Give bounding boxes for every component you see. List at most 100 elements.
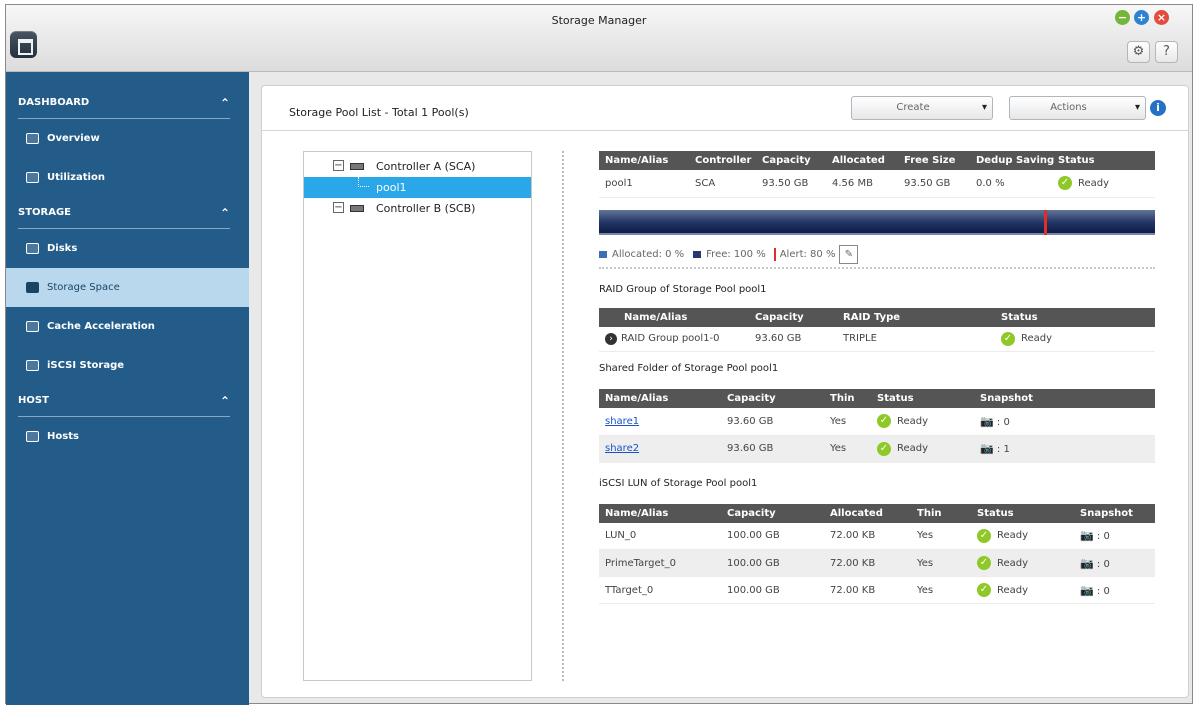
snapshot-icon[interactable]: 📷 <box>1080 557 1094 570</box>
lun-status: ✓ Ready <box>971 576 1074 604</box>
tree-row-pool1[interactable]: pool1 <box>304 177 531 198</box>
snapshot-icon[interactable]: 📷 <box>1080 529 1094 542</box>
lun-allocated: 72.00 KB <box>824 522 911 550</box>
snapshot-cell: 📷 : 0 <box>1074 522 1155 550</box>
table-row[interactable]: share2 93.60 GB Yes ✓ Ready 📷 : 1 <box>599 435 1155 463</box>
pool-controller: SCA <box>689 170 756 198</box>
pool-free-size: 93.50 GB <box>898 170 970 198</box>
edit-alert-icon[interactable]: ✎ <box>839 244 859 264</box>
raid-heading: RAID Group of Storage Pool pool1 <box>599 283 767 295</box>
lun-name: TTarget_0 <box>599 576 721 604</box>
sidebar-item-disks[interactable]: Disks <box>6 229 249 268</box>
title-bar: Storage Manager − + × ⚙ ? <box>6 5 1192 72</box>
table-row[interactable]: TTarget_0 100.00 GB 72.00 KB Yes ✓ Ready … <box>599 576 1155 604</box>
raid-name-cell: › RAID Group pool1-0 <box>599 326 749 352</box>
sidebar-item-label: Hosts <box>47 431 79 442</box>
gear-icon[interactable]: ⚙ <box>1127 41 1150 63</box>
create-label: Create <box>896 102 930 113</box>
tree-row-controller-a[interactable]: − Controller A (SCA) <box>304 156 531 177</box>
sidebar-item-storage-space[interactable]: Storage Space <box>6 268 249 307</box>
help-icon[interactable]: ? <box>1155 41 1178 63</box>
pool-table: Name/Alias Controller Capacity Allocated… <box>599 151 1155 198</box>
table-row[interactable]: PrimeTarget_0 100.00 GB 72.00 KB Yes ✓ Re… <box>599 549 1155 577</box>
lun-thin: Yes <box>911 549 971 577</box>
ready-icon: ✓ <box>977 528 991 543</box>
chevron-up-icon: ⌃ <box>219 206 230 220</box>
collapse-icon[interactable]: − <box>333 160 344 171</box>
table-row[interactable]: share1 93.60 GB Yes ✓ Ready 📷 : 0 <box>599 408 1155 436</box>
column-header: Name/Alias <box>599 307 749 327</box>
sidebar-section-storage[interactable]: STORAGE ⌃ <box>18 197 230 229</box>
sidebar-item-label: Cache Acceleration <box>47 321 155 332</box>
snapshot-count: : 1 <box>996 444 1010 455</box>
status-text: Ready <box>997 530 1029 542</box>
share-name-cell: share1 <box>599 408 721 436</box>
ready-icon: ✓ <box>977 583 991 597</box>
controller-icon <box>350 163 364 170</box>
minimize-icon[interactable]: − <box>1115 10 1130 25</box>
storage-tree: − Controller A (SCA) pool1 − Controller … <box>303 151 532 681</box>
lun-thin: Yes <box>911 576 971 604</box>
tree-label: Controller B (SCB) <box>376 202 476 215</box>
expand-icon[interactable]: › <box>605 332 617 345</box>
utilization-icon <box>26 172 39 183</box>
table-row[interactable]: LUN_0 100.00 GB 72.00 KB Yes ✓ Ready 📷 : … <box>599 522 1155 550</box>
column-header: Allocated <box>826 151 898 170</box>
snapshot-cell: 📷 : 0 <box>1074 549 1155 577</box>
status-text: Ready <box>897 443 929 454</box>
lun-allocated: 72.00 KB <box>824 576 911 604</box>
chevron-down-icon: ▾ <box>1134 102 1140 113</box>
ready-icon: ✓ <box>877 414 891 429</box>
sidebar: DASHBOARD ⌃ Overview Utilization STORAGE… <box>6 72 249 705</box>
sidebar-item-label: Overview <box>47 133 100 144</box>
pool-details: Name/Alias Controller Capacity Allocated… <box>599 151 1155 604</box>
table-row[interactable]: › RAID Group pool1-0 93.60 GB TRIPLE ✓ Rea… <box>599 326 1155 352</box>
share-link[interactable]: share1 <box>605 416 639 427</box>
close-icon[interactable]: × <box>1154 10 1169 25</box>
sidebar-item-cache-acceleration[interactable]: Cache Acceleration <box>6 307 249 346</box>
sidebar-item-hosts[interactable]: Hosts <box>6 417 249 456</box>
sidebar-section-dashboard[interactable]: DASHBOARD ⌃ <box>18 87 230 119</box>
column-header: Snapshot <box>974 389 1155 408</box>
column-header: Status <box>1052 151 1155 170</box>
sidebar-item-label: iSCSI Storage <box>47 360 125 371</box>
column-header: Status <box>871 389 974 408</box>
snapshot-icon[interactable]: 📷 <box>980 442 994 455</box>
alert-threshold-marker <box>1044 209 1047 235</box>
column-header: Thin <box>911 503 971 523</box>
sidebar-item-utilization[interactable]: Utilization <box>6 158 249 197</box>
column-header: Status <box>995 307 1155 327</box>
sidebar-section-host[interactable]: HOST ⌃ <box>18 385 230 417</box>
lun-allocated: 72.00 KB <box>824 549 911 577</box>
ready-icon: ✓ <box>1001 331 1015 346</box>
free-legend-icon <box>693 250 702 258</box>
panel-divider <box>562 151 564 681</box>
column-header: Status <box>971 503 1074 523</box>
column-header: Capacity <box>721 503 824 523</box>
lun-capacity: 100.00 GB <box>721 576 824 604</box>
status-text: Ready <box>997 557 1029 569</box>
chevron-up-icon: ⌃ <box>219 96 230 110</box>
tree-label: pool1 <box>376 181 407 194</box>
share-link[interactable]: share2 <box>605 443 639 454</box>
snapshot-icon[interactable]: 📷 <box>1080 584 1094 597</box>
disks-icon <box>26 243 39 254</box>
maximize-icon[interactable]: + <box>1134 10 1149 25</box>
storage-manager-app-icon[interactable] <box>10 31 37 58</box>
column-header: RAID Type <box>837 307 995 327</box>
collapse-icon[interactable]: − <box>333 202 344 213</box>
storage-space-icon <box>26 282 39 293</box>
column-header: Allocated <box>824 503 911 523</box>
tree-row-controller-b[interactable]: − Controller B (SCB) <box>304 198 531 219</box>
sidebar-item-iscsi-storage[interactable]: iSCSI Storage <box>6 346 249 385</box>
table-header-row: Name/Alias Capacity RAID Type Status <box>599 307 1155 327</box>
sidebar-item-overview[interactable]: Overview <box>6 119 249 158</box>
create-dropdown[interactable]: Create ▾ <box>851 96 993 120</box>
table-row[interactable]: pool1 SCA 93.50 GB 4.56 MB 93.50 GB 0.0 … <box>599 170 1155 198</box>
column-header: Capacity <box>749 307 837 327</box>
snapshot-cell: 📷 : 0 <box>1074 576 1155 604</box>
info-icon[interactable]: i <box>1150 100 1166 116</box>
sidebar-item-label: Disks <box>47 243 78 254</box>
snapshot-icon[interactable]: 📷 <box>980 415 994 428</box>
actions-dropdown[interactable]: Actions ▾ <box>1009 96 1146 120</box>
